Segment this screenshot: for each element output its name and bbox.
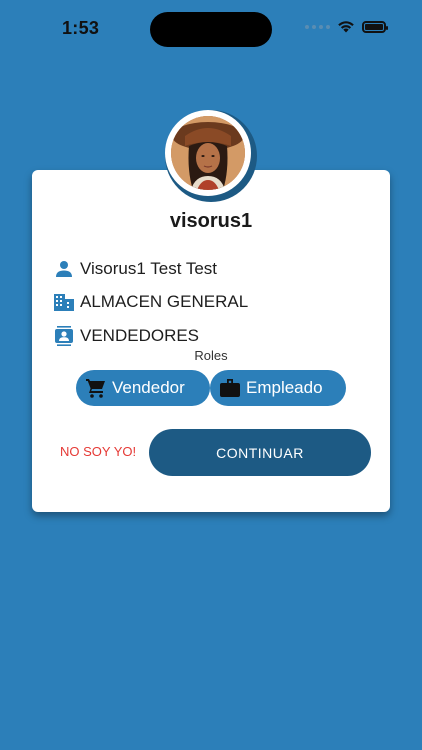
- role-chip-vendedor[interactable]: Vendedor: [76, 370, 210, 406]
- role-chip-empleado[interactable]: Empleado: [210, 370, 346, 406]
- contact-badge-icon: [54, 326, 74, 346]
- full-name-row: Visorus1 Test Test: [54, 259, 217, 279]
- avatar-image: [171, 116, 245, 190]
- briefcase-icon: [220, 379, 240, 397]
- roles-title: Roles: [194, 348, 228, 363]
- status-bar: 1:53: [0, 0, 422, 56]
- avatar: [165, 110, 257, 202]
- cart-icon: [86, 378, 106, 398]
- user-confirmation-card: visorus1 Visorus1 Test Test ALMACEN GENE…: [32, 170, 390, 512]
- role-label-vendedor: Vendedor: [112, 378, 185, 397]
- wifi-icon: [338, 21, 354, 33]
- status-indicators: [305, 20, 388, 33]
- continue-button[interactable]: CONTINUAR: [149, 429, 371, 476]
- role-label-empleado: Empleado: [246, 378, 323, 397]
- cellular-signal-icon: [305, 24, 330, 29]
- warehouse-label: ALMACEN GENERAL: [80, 292, 249, 311]
- status-time: 1:53: [62, 18, 100, 38]
- department-label: VENDEDORES: [80, 326, 200, 345]
- username: visorus1: [169, 210, 253, 232]
- full-name-label: Visorus1 Test Test: [80, 259, 218, 278]
- not-me-button[interactable]: NO SOY YO!: [60, 444, 136, 459]
- person-icon: [54, 259, 74, 279]
- building-icon: [54, 292, 74, 312]
- warehouse-row: ALMACEN GENERAL: [54, 292, 248, 312]
- battery-icon: [362, 20, 388, 33]
- department-row: VENDEDORES: [54, 326, 199, 346]
- dynamic-island: [150, 12, 272, 47]
